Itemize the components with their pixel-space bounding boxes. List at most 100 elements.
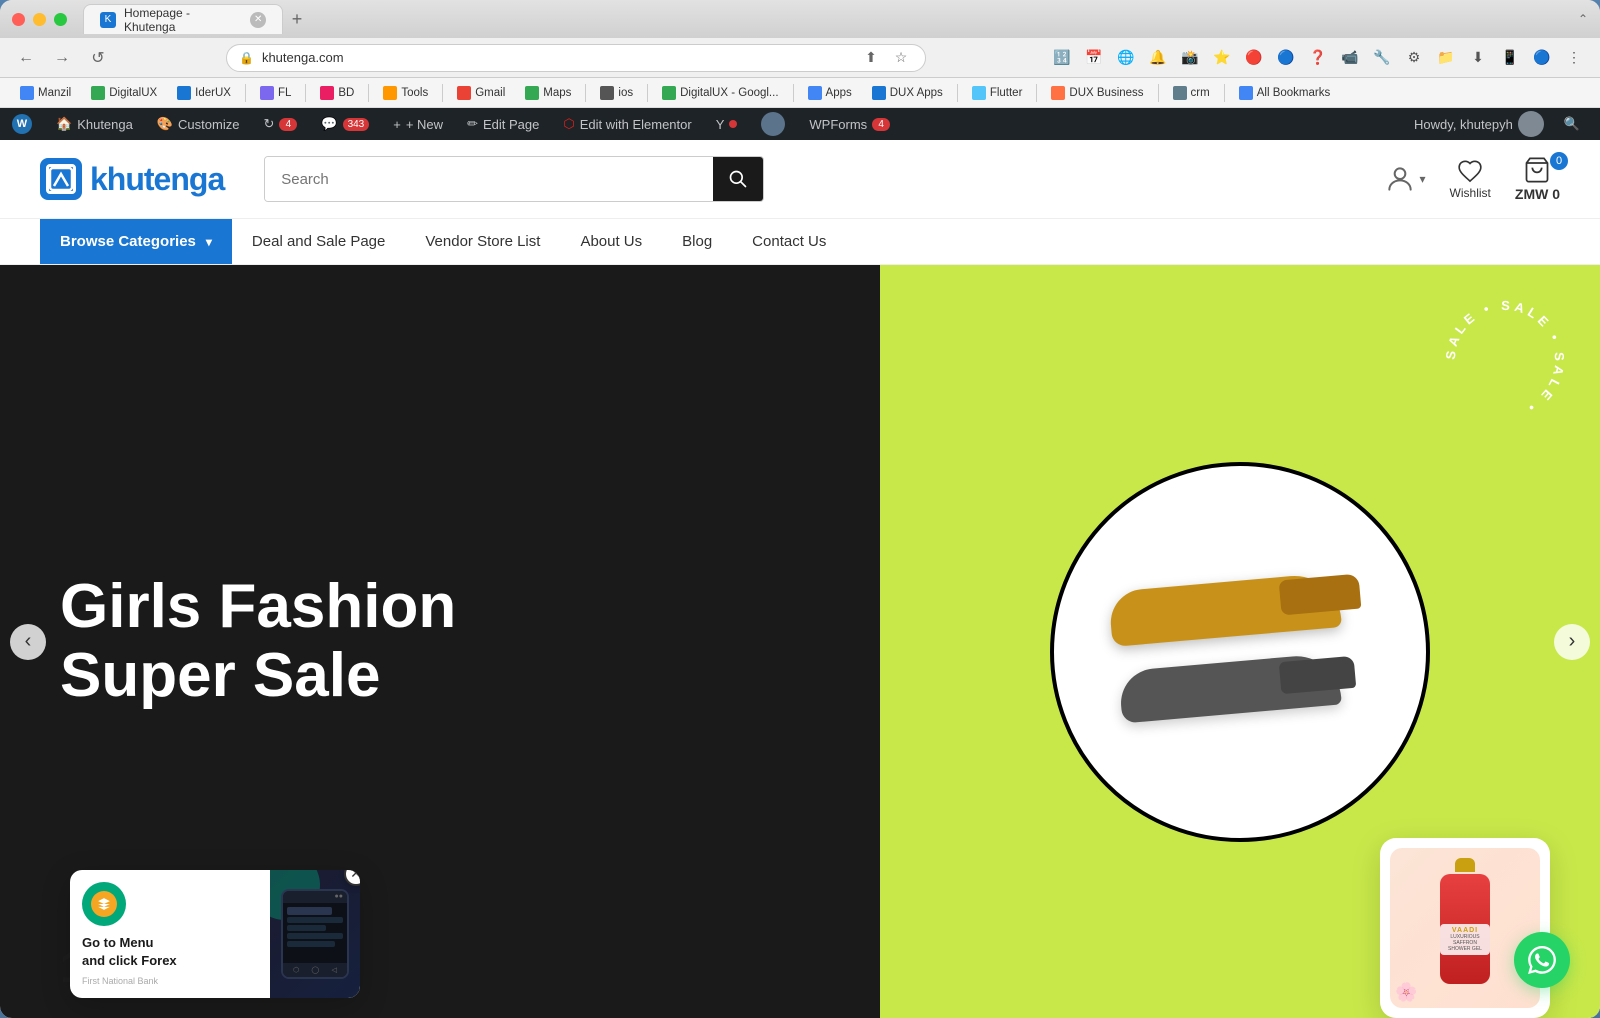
wp-new-btn[interactable]: + + New bbox=[381, 108, 455, 140]
bookmark-icon bbox=[600, 86, 614, 100]
popup-ad: ✕ Go to Menuand click Forex bbox=[70, 870, 360, 998]
bookmark-separator-3 bbox=[368, 84, 369, 102]
extension-button-16[interactable]: 🔵 bbox=[1528, 44, 1556, 72]
maximize-window-button[interactable] bbox=[54, 13, 67, 26]
website-content: khutenga ▾ Wishlist bbox=[0, 140, 1600, 1018]
search-button[interactable] bbox=[713, 157, 763, 201]
hero-title-line2: Super Sale bbox=[60, 642, 456, 710]
wp-edit-elementor[interactable]: ⬡ Edit with Elementor bbox=[551, 108, 703, 140]
bookmark-icon bbox=[383, 86, 397, 100]
bookmarks-bar: Manzil DigitalUX IderUX FL BD Tools Gmai… bbox=[0, 78, 1600, 108]
currency-display: ZMW 0 bbox=[1515, 186, 1560, 202]
wp-edit-label: Edit Page bbox=[483, 117, 539, 132]
bookmark-duxapps[interactable]: DUX Apps bbox=[864, 83, 951, 103]
wp-customize[interactable]: 🎨 Customize bbox=[145, 108, 252, 140]
close-window-button[interactable] bbox=[12, 13, 25, 26]
extension-button-14[interactable]: ⬇ bbox=[1464, 44, 1492, 72]
new-tab-button[interactable]: + bbox=[283, 5, 311, 33]
bookmark-icon bbox=[177, 86, 191, 100]
wp-comments-icon: 💬 bbox=[321, 116, 337, 132]
nav-link-about[interactable]: About Us bbox=[560, 219, 662, 264]
bookmark-label: BD bbox=[338, 87, 354, 99]
wp-howdy[interactable]: Howdy, khutepyh bbox=[1404, 108, 1554, 140]
nav-link-blog[interactable]: Blog bbox=[662, 219, 732, 264]
bookmark-flutter[interactable]: Flutter bbox=[964, 83, 1031, 103]
nav-link-vendor[interactable]: Vendor Store List bbox=[405, 219, 560, 264]
nav-link-deals[interactable]: Deal and Sale Page bbox=[232, 219, 405, 264]
extension-button-6[interactable]: ⭐ bbox=[1208, 44, 1236, 72]
bookmark-digitalux2[interactable]: DigitalUX - Googl... bbox=[654, 83, 786, 103]
minimize-window-button[interactable] bbox=[33, 13, 46, 26]
bookmark-manzil[interactable]: Manzil bbox=[12, 83, 79, 103]
bookmark-all[interactable]: All Bookmarks bbox=[1231, 83, 1339, 103]
extension-button-10[interactable]: 📹 bbox=[1336, 44, 1364, 72]
share-button[interactable]: ⬆ bbox=[859, 46, 883, 70]
wp-yoast[interactable]: Y bbox=[704, 108, 750, 140]
forward-button[interactable]: → bbox=[48, 44, 76, 72]
extension-button-11[interactable]: 🔧 bbox=[1368, 44, 1396, 72]
site-logo[interactable]: khutenga bbox=[40, 158, 224, 200]
hero-text: Girls Fashion Super Sale bbox=[60, 573, 456, 709]
bookmark-separator-6 bbox=[647, 84, 648, 102]
wp-wpforms[interactable]: WPForms 4 bbox=[797, 108, 902, 140]
bookmark-icon bbox=[1239, 86, 1253, 100]
browser-tab-active[interactable]: K Homepage - Khutenga ✕ bbox=[83, 4, 283, 34]
extension-button-15[interactable]: 📱 bbox=[1496, 44, 1524, 72]
extension-button-5[interactable]: 📸 bbox=[1176, 44, 1204, 72]
wp-edit-page[interactable]: ✏ Edit Page bbox=[455, 108, 551, 140]
bookmark-icon bbox=[320, 86, 334, 100]
extension-button-2[interactable]: 📅 bbox=[1080, 44, 1108, 72]
whatsapp-button[interactable] bbox=[1514, 932, 1570, 988]
extension-button-9[interactable]: ❓ bbox=[1304, 44, 1332, 72]
extension-button-4[interactable]: 🔔 bbox=[1144, 44, 1172, 72]
bookmark-apps[interactable]: Apps bbox=[800, 83, 860, 103]
popup-logo bbox=[82, 882, 126, 926]
wp-comments[interactable]: 💬 343 bbox=[309, 108, 381, 140]
extension-button-12[interactable]: ⚙ bbox=[1400, 44, 1428, 72]
bookmark-tools[interactable]: Tools bbox=[375, 83, 436, 103]
bookmark-label: DigitalUX bbox=[109, 87, 157, 99]
brand-name: VAADI bbox=[1444, 927, 1486, 934]
popup-inner: Go to Menuand click Forex First National… bbox=[70, 870, 360, 998]
cart-button[interactable]: 0 ZMW 0 bbox=[1515, 156, 1560, 202]
wp-site-name[interactable]: 🏠 Khutenga bbox=[44, 108, 145, 140]
account-button[interactable]: ▾ bbox=[1384, 163, 1426, 195]
browse-categories-button[interactable]: Browse Categories ▾ bbox=[40, 219, 232, 264]
slider-prev-button[interactable]: ‹ bbox=[10, 624, 46, 660]
bookmark-crm[interactable]: crm bbox=[1165, 83, 1218, 103]
wp-admin-bar: W 🏠 Khutenga 🎨 Customize ↻ 4 💬 343 + + bbox=[0, 108, 1600, 140]
bookmark-label: DUX Apps bbox=[890, 87, 943, 99]
nav-link-contact[interactable]: Contact Us bbox=[732, 219, 846, 264]
wp-admin-items: W 🏠 Khutenga 🎨 Customize ↻ 4 💬 343 + + bbox=[0, 108, 1404, 140]
search-input[interactable] bbox=[265, 157, 713, 201]
wp-gravatar[interactable] bbox=[749, 108, 797, 140]
close-icon: ✕ bbox=[350, 870, 360, 883]
extension-button-1[interactable]: 🔢 bbox=[1048, 44, 1076, 72]
tab-close-button[interactable]: ✕ bbox=[250, 12, 266, 28]
wp-updates[interactable]: ↻ 4 bbox=[251, 108, 309, 140]
wishlist-button[interactable]: Wishlist bbox=[1450, 158, 1491, 200]
wp-logo-item[interactable]: W bbox=[0, 108, 44, 140]
reload-button[interactable]: ↺ bbox=[84, 44, 112, 72]
bookmark-digitalux[interactable]: DigitalUX bbox=[83, 83, 165, 103]
bookmark-fl[interactable]: FL bbox=[252, 83, 299, 103]
wp-search-toggle[interactable]: 🔍 bbox=[1554, 108, 1590, 140]
bookmark-gmail[interactable]: Gmail bbox=[449, 83, 513, 103]
bookmark-bd[interactable]: BD bbox=[312, 83, 362, 103]
tab-bar: K Homepage - Khutenga ✕ + bbox=[83, 4, 1570, 34]
bookmark-ios[interactable]: ios bbox=[592, 83, 641, 103]
back-button[interactable]: ← bbox=[12, 44, 40, 72]
bookmark-iderux[interactable]: IderUX bbox=[169, 83, 239, 103]
more-button[interactable]: ⋮ bbox=[1560, 44, 1588, 72]
extension-button-7[interactable]: 🔴 bbox=[1240, 44, 1268, 72]
extension-button-3[interactable]: 🌐 bbox=[1112, 44, 1140, 72]
shoes-display bbox=[1080, 522, 1400, 782]
bookmark-button[interactable]: ☆ bbox=[889, 46, 913, 70]
logo-text: khutenga bbox=[90, 161, 224, 198]
url-text[interactable]: khutenga.com bbox=[262, 50, 851, 65]
bookmark-duxbusiness[interactable]: DUX Business bbox=[1043, 83, 1151, 103]
extension-button-13[interactable]: 📁 bbox=[1432, 44, 1460, 72]
bookmark-maps[interactable]: Maps bbox=[517, 83, 579, 103]
extension-button-8[interactable]: 🔵 bbox=[1272, 44, 1300, 72]
slider-next-button[interactable]: › bbox=[1554, 624, 1590, 660]
